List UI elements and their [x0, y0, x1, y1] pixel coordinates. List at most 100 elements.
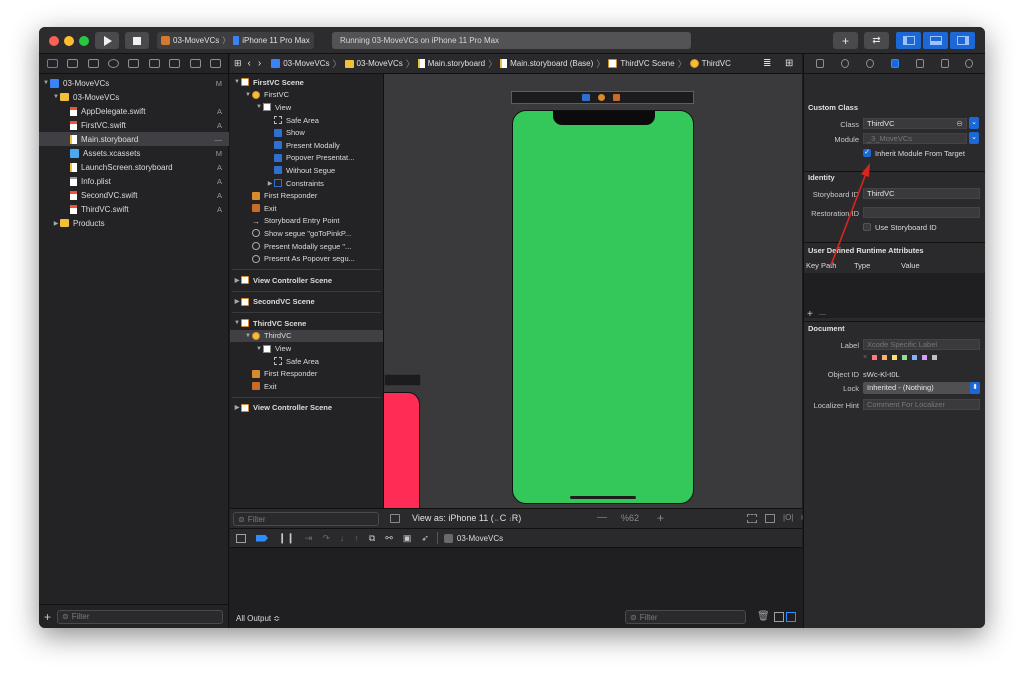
- file-tree-item[interactable]: ThirdVC.swift A: [39, 202, 229, 216]
- continue-icon[interactable]: ⇥: [305, 533, 313, 544]
- view-controller-dock-icon[interactable]: [582, 94, 590, 101]
- identity-inspector-tab-icon[interactable]: [890, 59, 899, 68]
- module-dropdown-button[interactable]: ⌄: [969, 132, 979, 144]
- report-navigator-tab-icon[interactable]: [210, 59, 222, 68]
- outline-item[interactable]: Popover Presentat...: [230, 152, 383, 165]
- outline-item[interactable]: Show: [230, 126, 383, 139]
- add-attribute-button[interactable]: +: [807, 309, 813, 320]
- pink-scene-dock[interactable]: [384, 374, 421, 386]
- test-navigator-tab-icon[interactable]: [148, 59, 160, 68]
- doc-label-field[interactable]: Xcode Specific Label: [863, 339, 980, 350]
- runtime-attributes-table[interactable]: [804, 273, 985, 318]
- disclosure-triangle-icon[interactable]: ▼: [244, 333, 252, 339]
- simulate-location-icon[interactable]: ➶: [421, 533, 429, 544]
- file-inspector-tab-icon[interactable]: [816, 59, 825, 68]
- value-column-header[interactable]: Value: [901, 261, 920, 270]
- outline-item[interactable]: ▶ View Controller Scene: [230, 402, 383, 415]
- toggle-inspector-button[interactable]: [950, 32, 975, 49]
- library-add-button[interactable]: +: [833, 32, 858, 49]
- disclosure-triangle-icon[interactable]: ▼: [255, 346, 263, 352]
- outline-item[interactable]: ▶ View Controller Scene: [230, 274, 383, 287]
- symbol-navigator-tab-icon[interactable]: [87, 59, 99, 68]
- disclosure-triangle-icon[interactable]: ▶: [233, 298, 241, 305]
- project-navigator-tab-icon[interactable]: [46, 59, 58, 68]
- color-swatch-purple[interactable]: [922, 355, 928, 360]
- disclosure-triangle-icon[interactable]: ▼: [42, 80, 50, 86]
- file-tree-item[interactable]: FirstVC.swift A: [39, 118, 229, 132]
- zoom-in-button[interactable]: +: [657, 511, 664, 525]
- console-filter-input[interactable]: ⊜ Filter: [625, 610, 746, 624]
- disclosure-triangle-icon[interactable]: ▶: [233, 277, 241, 284]
- disclosure-triangle-icon[interactable]: ▼: [255, 104, 263, 110]
- file-tree-item[interactable]: ▼ 03-MoveVCs M: [39, 76, 229, 90]
- outline-item[interactable]: ▼ View: [230, 342, 383, 355]
- debug-target-label[interactable]: 03-MoveVCs: [457, 534, 503, 543]
- toggle-debug-area-button[interactable]: [923, 32, 948, 49]
- stop-button[interactable]: [125, 32, 149, 49]
- class-field[interactable]: ThirdVC ⊖: [863, 118, 967, 129]
- disclosure-triangle-icon[interactable]: ▶: [266, 180, 274, 187]
- output-select[interactable]: All Output ≎: [236, 614, 280, 623]
- outline-item[interactable]: ▶ SecondVC Scene: [230, 296, 383, 309]
- outline-item[interactable]: ▼ View: [230, 101, 383, 114]
- module-field[interactable]: _3_MoveVCs: [863, 133, 967, 144]
- outline-item[interactable]: ▶ Constraints: [230, 177, 383, 190]
- remove-attribute-button[interactable]: —: [819, 311, 826, 318]
- outline-item[interactable]: Safe Area: [230, 355, 383, 368]
- update-frames-icon[interactable]: [747, 514, 757, 523]
- file-tree-item[interactable]: ▼ 03-MoveVCs: [39, 90, 229, 104]
- outline-item[interactable]: Safe Area: [230, 114, 383, 127]
- breadcrumb-item[interactable]: ThirdVC Scene: [608, 59, 675, 68]
- color-swatch-red[interactable]: [872, 355, 878, 360]
- find-navigator-tab-icon[interactable]: [108, 59, 120, 68]
- first-responder-dock-icon[interactable]: [598, 94, 605, 101]
- storyboard-id-field[interactable]: ThirdVC: [863, 188, 980, 199]
- source-control-tab-icon[interactable]: [67, 59, 79, 68]
- file-tree-item[interactable]: ▶ Products: [39, 216, 229, 230]
- back-icon[interactable]: ‹: [248, 58, 251, 69]
- outline-item[interactable]: Exit: [230, 202, 383, 215]
- breakpoints-toggle-icon[interactable]: [256, 534, 268, 542]
- size-inspector-tab-icon[interactable]: [940, 59, 949, 68]
- run-button[interactable]: [95, 32, 119, 49]
- memory-graph-icon[interactable]: ⚯: [385, 533, 393, 544]
- breadcrumb-item[interactable]: Main.storyboard: [417, 59, 485, 68]
- navigator-filter-input[interactable]: ⊜ Filter: [57, 609, 224, 624]
- file-tree-item[interactable]: Info.plist A: [39, 174, 229, 188]
- close-window-button[interactable]: [49, 36, 59, 46]
- file-tree-item[interactable]: SecondVC.swift A: [39, 188, 229, 202]
- disclosure-triangle-icon[interactable]: ▼: [233, 79, 241, 85]
- view-as-selector[interactable]: View as: iPhone 11 (↔C ↕R): [412, 513, 521, 523]
- breadcrumb-item[interactable]: ThirdVC: [689, 59, 731, 68]
- related-items-icon[interactable]: ⊞: [234, 58, 242, 69]
- quick-help-tab-icon[interactable]: [866, 59, 875, 68]
- inherit-module-checkbox[interactable]: ✓: [863, 149, 871, 157]
- breadcrumb-item[interactable]: 03-MoveVCs: [344, 59, 403, 68]
- debug-console[interactable]: All Output ≎ ⊜ Filter 🗑: [230, 548, 802, 628]
- console-view-icon[interactable]: [786, 612, 796, 622]
- editor-options-icon[interactable]: ≣: [763, 58, 771, 69]
- outline-item[interactable]: Present Modally: [230, 139, 383, 152]
- pause-icon[interactable]: ❙❙: [278, 533, 295, 544]
- color-swatch-blue[interactable]: [912, 355, 918, 360]
- forward-icon[interactable]: ›: [258, 58, 261, 69]
- exit-dock-icon[interactable]: [613, 94, 620, 101]
- restoration-id-field[interactable]: [863, 207, 980, 218]
- align-icon[interactable]: |O|: [783, 513, 793, 522]
- disclosure-triangle-icon[interactable]: ▼: [52, 94, 60, 100]
- embed-in-icon[interactable]: [765, 514, 775, 523]
- outline-item[interactable]: → Storyboard Entry Point: [230, 215, 383, 228]
- step-over-icon[interactable]: ↷: [322, 533, 330, 544]
- outline-item[interactable]: Without Segue: [230, 164, 383, 177]
- outline-item[interactable]: ▼ ThirdVC Scene: [230, 317, 383, 330]
- outline-item[interactable]: Exit: [230, 380, 383, 393]
- zoom-window-button[interactable]: [79, 36, 89, 46]
- debug-navigator-tab-icon[interactable]: [169, 59, 181, 68]
- code-review-button[interactable]: ⇄: [864, 32, 889, 49]
- toggle-navigator-button[interactable]: [896, 32, 921, 49]
- scene-dock[interactable]: [511, 91, 694, 104]
- color-swatch-gray[interactable]: [932, 355, 938, 360]
- disclosure-triangle-icon[interactable]: ▶: [233, 404, 241, 411]
- zoom-out-button[interactable]: —: [597, 512, 607, 523]
- breadcrumb-item[interactable]: Main.storyboard (Base): [500, 59, 593, 68]
